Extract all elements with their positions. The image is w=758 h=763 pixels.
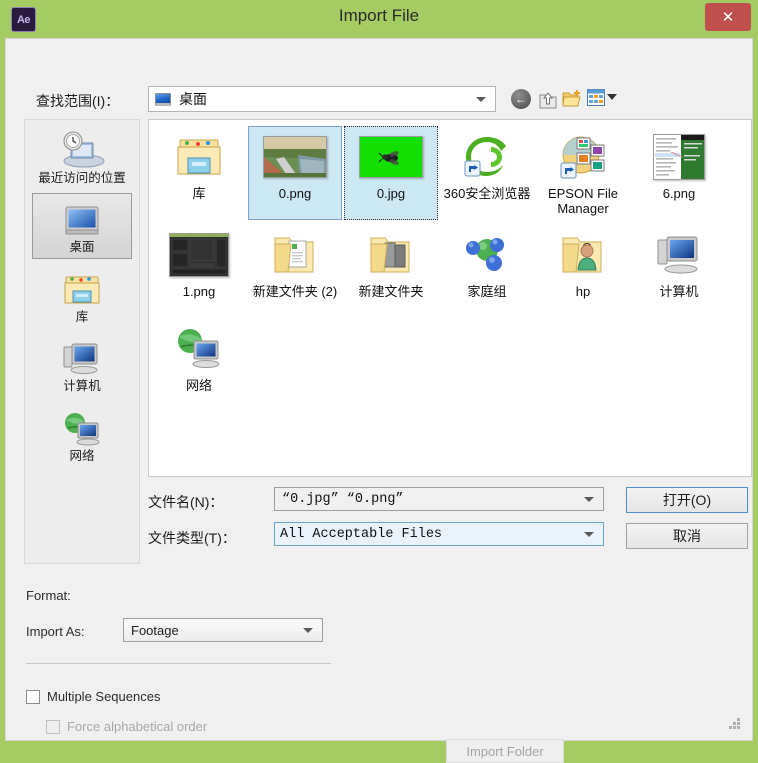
file-item-label: 1.png: [182, 283, 216, 299]
force-alphabetical-order-label: Force alphabetical order: [67, 719, 208, 734]
look-in-combo[interactable]: 桌面: [148, 86, 496, 112]
format-label: Format:: [26, 588, 71, 603]
filetype-value: All Acceptable Files: [280, 526, 443, 542]
sidebar-item-recent-places[interactable]: 最近访问的位置: [32, 124, 132, 189]
checkbox-box: [46, 719, 60, 734]
folder-pictures-icon: [365, 229, 417, 281]
homegroup-icon: [461, 229, 513, 281]
cancel-button[interactable]: 取消: [626, 523, 748, 549]
file-grid: 库 0.png 0.jpg 360安全浏览器 EPSON File Manage…: [149, 120, 751, 414]
library-icon: [61, 268, 103, 308]
file-item-label: hp: [575, 283, 591, 299]
file-item-0-png[interactable]: 0.png: [248, 126, 342, 220]
back-icon[interactable]: ←: [511, 89, 531, 109]
close-button[interactable]: ✕: [705, 3, 751, 31]
file-item-homegroup[interactable]: 家庭组: [440, 224, 534, 314]
file-list-panel[interactable]: 库 0.png 0.jpg 360安全浏览器 EPSON File Manage…: [148, 119, 752, 477]
folder-user-icon: [557, 229, 609, 281]
network-icon: [173, 323, 225, 375]
divider: [26, 663, 331, 664]
title-bar: Ae Import File ✕: [0, 0, 758, 38]
file-item-label: 库: [192, 186, 206, 201]
places-sidebar: 最近访问的位置 桌面 库 计算机 网络: [24, 119, 140, 564]
file-item-epson-file-manager[interactable]: EPSON File Manager: [536, 126, 630, 220]
chevron-down-icon: [476, 96, 486, 102]
resize-grip-icon[interactable]: [729, 718, 741, 730]
chevron-down-icon: [584, 496, 594, 502]
import-as-label: Import As:: [26, 624, 85, 639]
image-thumbnail-road: [263, 131, 327, 183]
import-file-dialog: Ae Import File ✕ 查找范围(I)： 桌面 ← 最近访问的位置 桌…: [0, 0, 758, 763]
multiple-sequences-checkbox[interactable]: Multiple Sequences: [26, 689, 160, 704]
image-thumbnail-screenshot-green: [653, 131, 705, 183]
file-item-network[interactable]: 网络: [152, 318, 246, 408]
views-icon[interactable]: [587, 89, 605, 106]
file-item-new-folder[interactable]: 新建文件夹: [344, 224, 438, 314]
force-alphabetical-order-checkbox: Force alphabetical order: [46, 719, 207, 734]
file-item-label: 新建文件夹 (2): [252, 283, 338, 299]
file-item-computer[interactable]: 计算机: [632, 224, 726, 314]
up-folder-icon[interactable]: [538, 89, 558, 110]
look-in-value: 桌面: [179, 91, 207, 107]
dialog-body: 查找范围(I)： 桌面 ← 最近访问的位置 桌面 库 计算机 网络 库 0.pn…: [5, 38, 753, 763]
desktop-icon: [62, 198, 102, 238]
folder-documents-icon: [269, 229, 321, 281]
file-item-360-browser[interactable]: 360安全浏览器: [440, 126, 534, 220]
chevron-down-icon: [303, 627, 313, 633]
filename-label: 文件名(N)：: [148, 494, 224, 510]
file-item-new-folder-2[interactable]: 新建文件夹 (2): [248, 224, 342, 314]
360-browser-shortcut-icon: [461, 131, 513, 183]
import-as-value: Footage: [131, 622, 179, 638]
views-chevron-down-icon[interactable]: [607, 94, 617, 100]
file-item-label: EPSON File Manager: [547, 186, 619, 217]
file-item-label: 计算机: [659, 283, 699, 299]
file-item-6-png[interactable]: 6.png: [632, 126, 726, 220]
chevron-down-icon: [584, 531, 594, 537]
new-folder-icon[interactable]: [562, 89, 583, 109]
file-item-1-png[interactable]: 1.png: [152, 224, 246, 314]
import-folder-button: Import Folder: [446, 739, 564, 763]
desktop-icon: [155, 92, 171, 106]
file-item-label: 0.png: [278, 186, 312, 201]
network-icon: [61, 407, 103, 447]
file-item-label: 6.png: [662, 186, 696, 201]
file-item-0-jpg[interactable]: 0.jpg: [344, 126, 438, 220]
recent-places-icon: [57, 129, 107, 169]
file-item-hp[interactable]: hp: [536, 224, 630, 314]
file-item-label: 网络: [185, 377, 212, 393]
image-thumbnail-dark-ui: [169, 229, 229, 281]
sidebar-item-libraries[interactable]: 库: [32, 263, 132, 328]
sidebar-item-desktop[interactable]: 桌面: [32, 193, 132, 259]
sidebar-item-label: 最近访问的位置: [38, 171, 126, 185]
filetype-combo[interactable]: All Acceptable Files: [274, 522, 604, 546]
open-button[interactable]: 打开(O): [626, 487, 748, 513]
file-item-label: 0.jpg: [376, 186, 406, 201]
file-item-label: 360安全浏览器: [443, 186, 531, 201]
filetype-label: 文件类型(T)：: [148, 530, 236, 546]
sidebar-item-label: 计算机: [63, 379, 101, 394]
computer-icon: [653, 229, 705, 281]
filename-input[interactable]: [280, 490, 574, 508]
window-title: Import File: [338, 6, 420, 25]
file-item-label: 家庭组: [467, 283, 507, 299]
sidebar-item-label: 网络: [69, 448, 95, 463]
sidebar-item-network[interactable]: 网络: [32, 402, 132, 467]
checkbox-box: [26, 689, 40, 704]
computer-icon: [61, 337, 103, 377]
library-folder-icon: [173, 131, 225, 183]
multiple-sequences-label: Multiple Sequences: [47, 689, 161, 704]
sidebar-item-computer[interactable]: 计算机: [32, 332, 132, 397]
filename-combo[interactable]: [274, 487, 604, 511]
file-item-library[interactable]: 库: [152, 126, 246, 220]
look-in-label: 查找范围(I)：: [36, 93, 120, 109]
sidebar-item-label: 桌面: [69, 240, 95, 255]
sidebar-item-label: 库: [75, 309, 89, 324]
epson-file-manager-shortcut-icon: [557, 131, 609, 183]
image-thumbnail-fly-green: [359, 131, 423, 183]
import-as-select[interactable]: Footage: [123, 618, 323, 642]
file-item-label: 新建文件夹: [358, 283, 424, 299]
